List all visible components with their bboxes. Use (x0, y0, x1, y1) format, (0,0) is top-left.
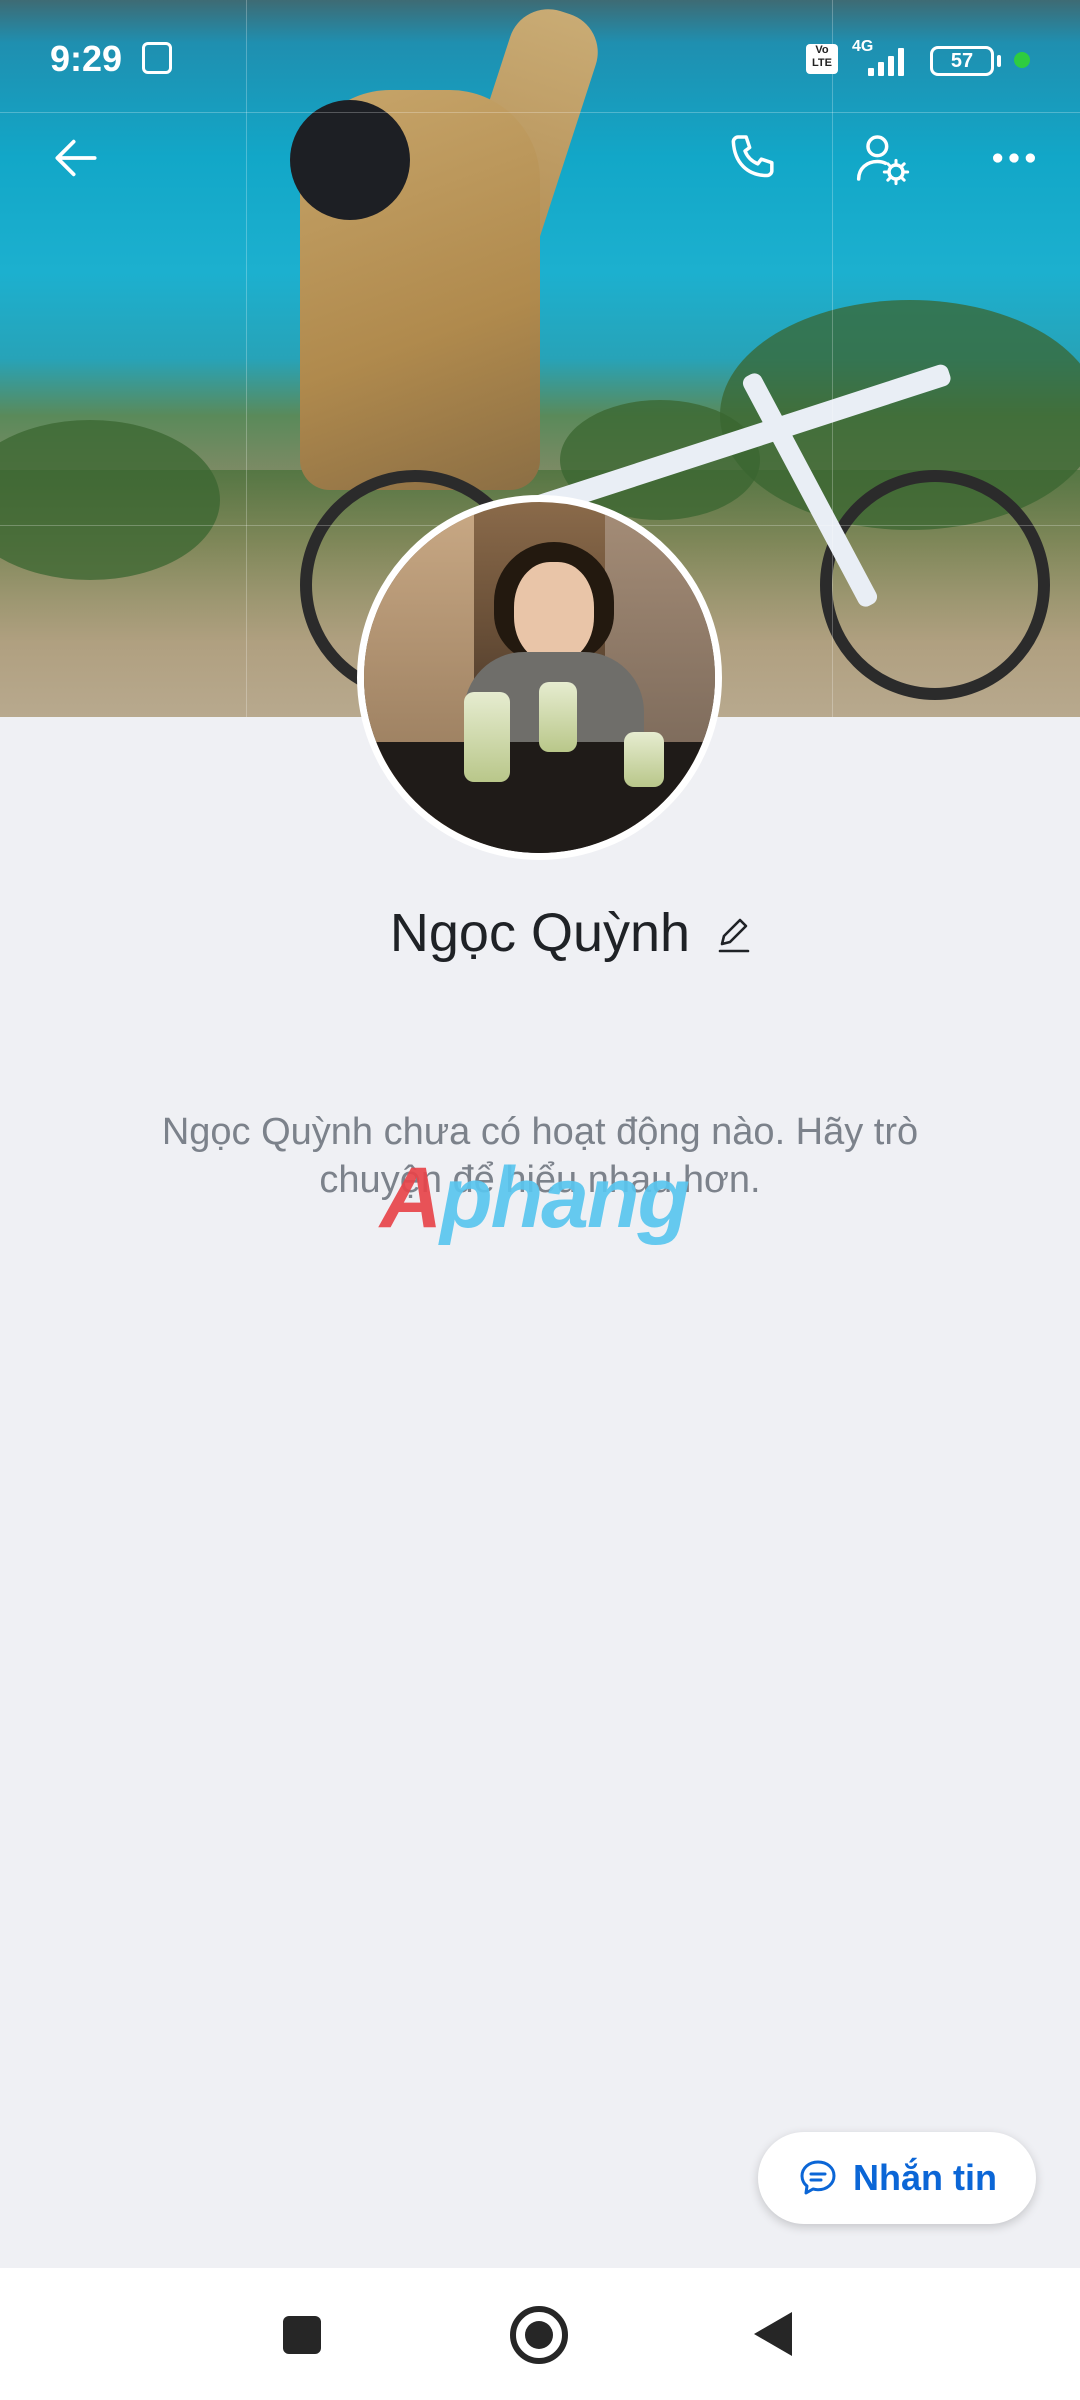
edit-name-icon[interactable] (714, 914, 754, 954)
arrow-left-icon (55, 139, 97, 177)
back-button[interactable] (36, 118, 116, 198)
avatar-table (364, 742, 715, 853)
system-navigation-bar (0, 2268, 1080, 2400)
system-back-button[interactable] (754, 2312, 792, 2356)
watermark-logo: Aphang (380, 1155, 710, 1241)
battery-icon: 57 (930, 46, 994, 76)
profile-settings-button[interactable] (842, 118, 922, 198)
status-bar: 9:29 Vo LTE 4G 57 (0, 0, 1080, 120)
chat-bubble-icon (800, 2160, 836, 2195)
avatar-drink (539, 682, 577, 752)
avatar-drink (624, 732, 664, 787)
watermark-red-part: A (380, 1150, 442, 1246)
phone-icon (731, 135, 774, 178)
profile-name-text: Ngọc Quỳnh (389, 903, 691, 963)
home-button[interactable] (510, 2306, 568, 2364)
user-settings-icon (856, 135, 910, 186)
signal-icon (862, 48, 912, 76)
message-button[interactable]: Nhắn tin (758, 2132, 1036, 2224)
watermark-blue-part: phang (440, 1150, 690, 1246)
sim-card-icon (142, 42, 172, 74)
message-button-label: Nhắn tin (853, 2157, 997, 2198)
battery-tip (997, 55, 1001, 67)
call-button[interactable] (712, 118, 792, 198)
status-time: 9:29 (50, 38, 123, 79)
recent-apps-button[interactable] (283, 2316, 321, 2354)
profile-name: Ngọc Quỳnh (0, 902, 1080, 964)
more-button[interactable] (974, 118, 1054, 198)
more-dots-icon (993, 153, 1035, 163)
avatar-drink (464, 692, 510, 782)
profile-avatar[interactable] (357, 495, 722, 860)
avatar-face (514, 562, 594, 662)
volte-icon: Vo LTE (806, 44, 838, 74)
privacy-indicator-dot (1014, 52, 1030, 68)
